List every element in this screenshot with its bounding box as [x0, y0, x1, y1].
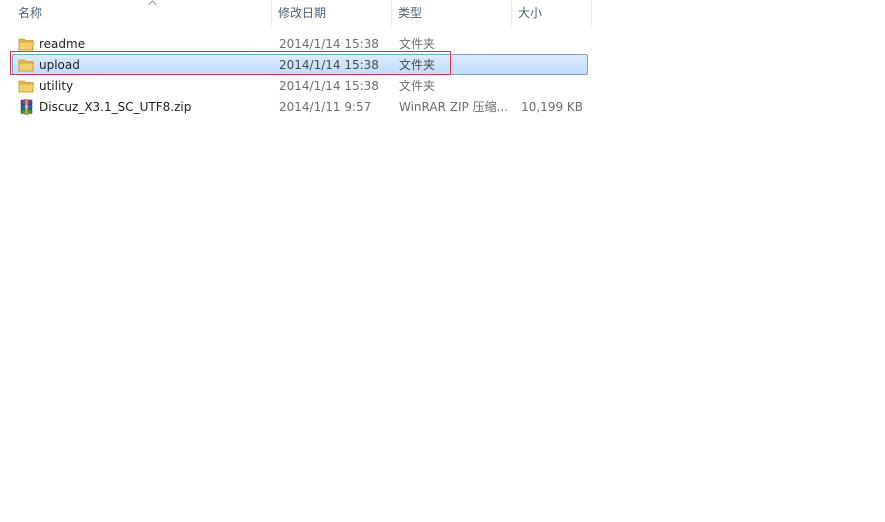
- file-type: 文件夹: [399, 37, 436, 51]
- folder-icon: [18, 80, 34, 93]
- file-explorer-window: 名称 修改日期 类型 大小 readme 2014/1/14 15:38 文件夹…: [0, 0, 885, 522]
- file-type: WinRAR ZIP 压缩...: [399, 100, 509, 114]
- file-row-readme[interactable]: readme 2014/1/14 15:38 文件夹: [12, 33, 588, 54]
- file-modified-date: 2014/1/14 15:38: [279, 58, 379, 72]
- column-header-name[interactable]: 名称: [12, 0, 272, 26]
- file-row-discuz-zip[interactable]: Discuz_X3.1_SC_UTF8.zip 2014/1/11 9:57 W…: [12, 96, 588, 117]
- file-name: readme: [39, 37, 86, 51]
- file-modified-date: 2014/1/14 15:38: [279, 79, 379, 93]
- column-header-size-label: 大小: [518, 6, 543, 20]
- winrar-archive-icon: [20, 99, 33, 115]
- sort-ascending-icon: [148, 0, 157, 6]
- file-row-utility[interactable]: utility 2014/1/14 15:38 文件夹: [12, 75, 588, 96]
- file-name: Discuz_X3.1_SC_UTF8.zip: [39, 100, 192, 114]
- file-name: utility: [39, 79, 74, 93]
- file-type: 文件夹: [399, 58, 436, 72]
- column-header-type[interactable]: 类型: [392, 0, 511, 26]
- folder-icon: [18, 59, 34, 72]
- column-divider[interactable]: [591, 0, 592, 26]
- file-name: upload: [39, 58, 80, 72]
- column-header-type-label: 类型: [398, 6, 423, 20]
- column-header-modified-label: 修改日期: [278, 6, 327, 20]
- column-header-name-label: 名称: [18, 6, 43, 20]
- folder-icon: [18, 38, 34, 51]
- file-row-upload[interactable]: upload 2014/1/14 15:38 文件夹: [12, 54, 588, 75]
- column-header-modified[interactable]: 修改日期: [272, 0, 391, 26]
- file-modified-date: 2014/1/11 9:57: [279, 100, 372, 114]
- file-modified-date: 2014/1/14 15:38: [279, 37, 379, 51]
- file-type: 文件夹: [399, 79, 436, 93]
- column-header-bar: 名称 修改日期 类型 大小: [0, 0, 592, 26]
- file-size: 10,199 KB: [521, 100, 583, 114]
- column-header-size[interactable]: 大小: [512, 0, 591, 26]
